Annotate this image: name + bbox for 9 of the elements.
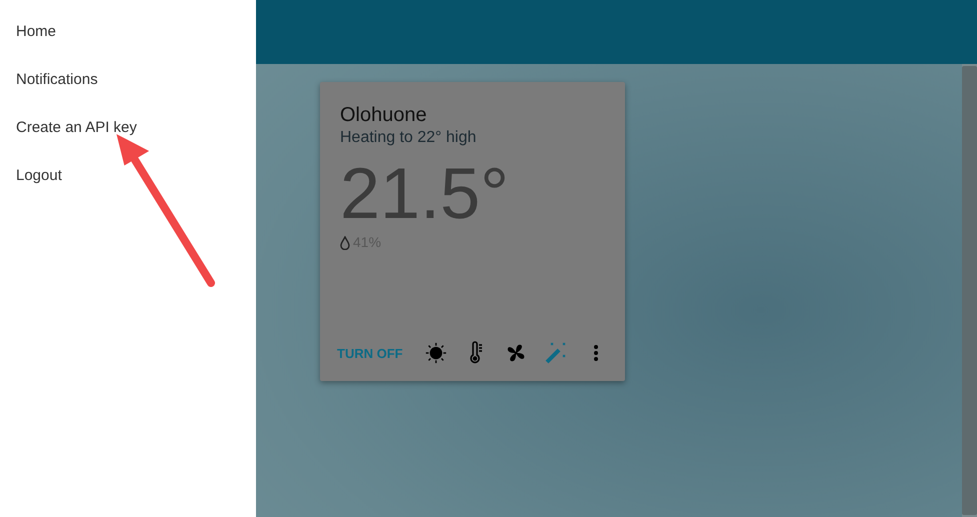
scrollbar[interactable] [962,64,977,517]
current-temperature: 21.5° [340,156,509,232]
drawer-item[interactable]: Logout [0,152,78,200]
heating-status: Heating to 22° high [340,128,476,148]
humidity-icon [340,236,350,250]
drawer-item[interactable]: Create an API key [0,104,153,152]
drawer-item[interactable]: Notifications [0,56,114,104]
room-name: Olohuone [340,103,427,128]
drawer-item[interactable]: Home [0,8,72,56]
